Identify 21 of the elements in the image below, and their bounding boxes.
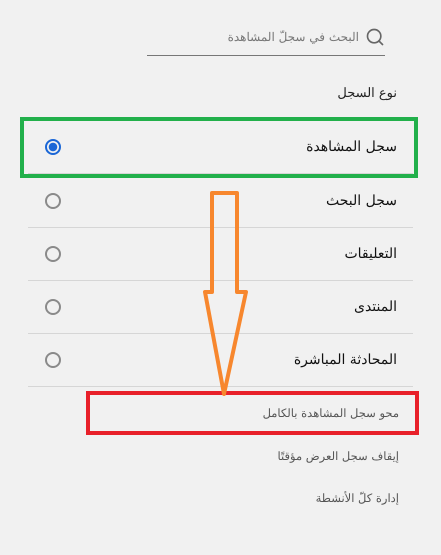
option-label: المنتدى xyxy=(354,299,397,315)
history-type-option[interactable]: المنتدى xyxy=(28,281,413,334)
action-link[interactable]: إيقاف سجل العرض مؤقتًا xyxy=(92,435,419,477)
option-label: المحادثة المباشرة xyxy=(294,352,397,368)
radio-button[interactable] xyxy=(45,299,61,315)
history-type-option[interactable]: سجل البحث xyxy=(28,175,413,228)
history-type-option[interactable]: سجل المشاهدة xyxy=(28,121,413,174)
history-type-option[interactable]: المحادثة المباشرة xyxy=(28,334,413,387)
search-field[interactable]: البحث في سجلّ المشاهدة xyxy=(147,30,359,44)
radio-button[interactable] xyxy=(45,139,61,155)
history-type-option[interactable]: التعليقات xyxy=(28,228,413,281)
search-icon xyxy=(365,27,385,47)
radio-button[interactable] xyxy=(45,193,61,209)
radio-button[interactable] xyxy=(45,352,61,368)
action-link[interactable]: محو سجل المشاهدة بالكامل xyxy=(90,395,415,431)
option-label: التعليقات xyxy=(344,246,397,262)
radio-button[interactable] xyxy=(45,246,61,262)
section-label: نوع السجل xyxy=(336,86,397,101)
action-link[interactable]: إدارة كلّ الأنشطة xyxy=(92,477,419,519)
option-label: سجل البحث xyxy=(326,193,397,209)
option-label: سجل المشاهدة xyxy=(306,139,397,155)
